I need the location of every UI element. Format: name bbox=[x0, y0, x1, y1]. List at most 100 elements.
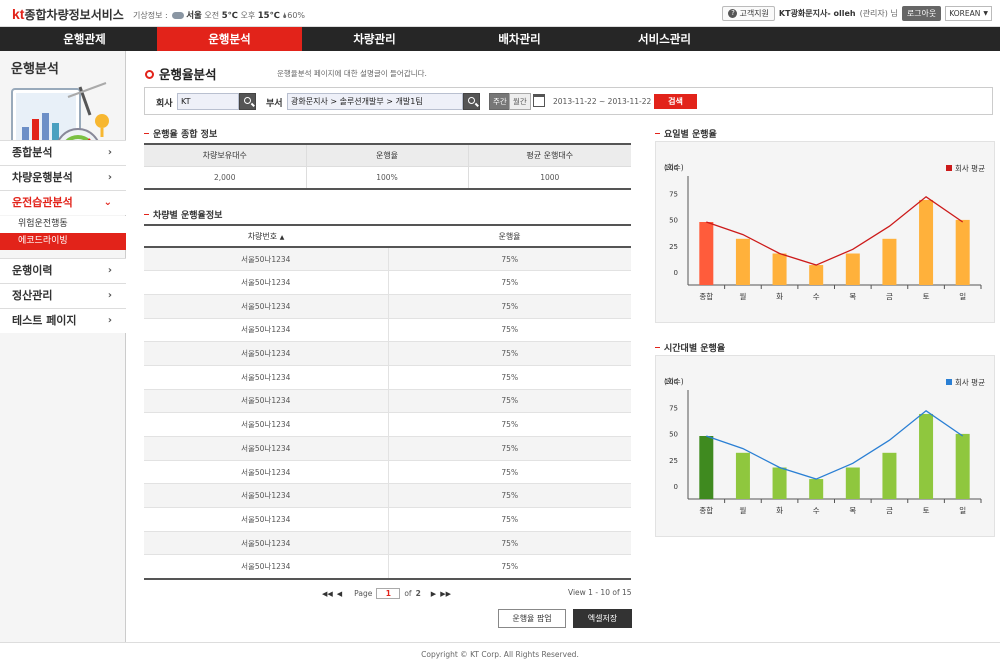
department-search-button[interactable] bbox=[463, 93, 480, 110]
sidebar-item-1[interactable]: 종합분석 › bbox=[0, 140, 126, 165]
bar[interactable] bbox=[809, 265, 824, 285]
vehicle-number-cell: 서울50나1234 bbox=[144, 293, 389, 319]
table-row[interactable]: 서울50나1234 75% bbox=[144, 246, 631, 271]
sidebar-subitem-2[interactable]: 에코드라이빙 bbox=[0, 233, 126, 250]
weekday-chart-heading: 요일별 운행율 bbox=[655, 127, 717, 140]
department-input[interactable]: 광화문지사 > 솔루션개발부 > 개발1팀 bbox=[287, 93, 463, 110]
x-tick-label: 목 bbox=[849, 292, 856, 301]
vehicle-number-header[interactable]: 차량번호 ▲ bbox=[144, 225, 388, 248]
bar[interactable] bbox=[919, 199, 934, 285]
last-page-icon[interactable]: ▶▶ bbox=[440, 590, 451, 598]
bar[interactable] bbox=[772, 467, 787, 500]
x-tick-label: 수 bbox=[813, 506, 820, 515]
customer-support-button[interactable]: ? 고객지원 bbox=[722, 6, 775, 21]
sidebar-item-3[interactable]: 운전습관분석 ⌄ bbox=[0, 190, 126, 215]
weather-pm-label: 오후 bbox=[240, 11, 256, 20]
x-tick-label: 종합 bbox=[699, 292, 713, 301]
x-tick-label: 목 bbox=[849, 506, 856, 515]
sidebar-item-2[interactable]: 차량운행분석 › bbox=[0, 165, 126, 190]
bar[interactable] bbox=[919, 413, 934, 499]
bar[interactable] bbox=[845, 467, 860, 500]
company-input[interactable]: KT bbox=[177, 93, 239, 110]
table-row[interactable]: 서울50나1234 75% bbox=[144, 388, 631, 413]
prev-page-icon[interactable]: ◀ bbox=[337, 590, 342, 598]
table-row[interactable]: 서울50나1234 75% bbox=[144, 412, 631, 437]
sidebar-item-label: 정산관리 bbox=[12, 289, 53, 302]
page-title: 운행율분석 bbox=[145, 64, 217, 83]
table-row[interactable]: 서울50나1234 75% bbox=[144, 270, 631, 295]
page-input[interactable]: 1 bbox=[376, 588, 401, 599]
support-label: 고객지원 bbox=[739, 9, 769, 18]
next-page-icon[interactable]: ▶ bbox=[431, 590, 436, 598]
nav-item-1[interactable]: 운행관제 bbox=[12, 27, 157, 51]
rate-header[interactable]: 운행율 bbox=[388, 225, 631, 248]
table-row[interactable]: 서울50나1234 75% bbox=[144, 436, 631, 461]
company-label: 회사 bbox=[156, 99, 173, 109]
bar[interactable] bbox=[809, 479, 824, 499]
search-button[interactable]: 검색 bbox=[654, 94, 697, 109]
bar[interactable] bbox=[882, 238, 897, 285]
x-tick-label: 월 bbox=[739, 291, 746, 301]
sidebar-subitem-1[interactable]: 위험운전행동 bbox=[0, 216, 126, 233]
sidebar-item-6[interactable]: 테스트 페이지 › bbox=[0, 308, 126, 333]
table-row[interactable]: 서울50나1234 75% bbox=[144, 364, 631, 390]
nav-item-3[interactable]: 차량관리 bbox=[302, 27, 447, 51]
language-select[interactable]: KOREAN ▼ bbox=[945, 6, 992, 21]
bar[interactable] bbox=[699, 222, 714, 285]
rate-cell: 75% bbox=[388, 293, 631, 319]
summary-header-cell: 평균 운행대수 bbox=[468, 144, 631, 166]
sidebar-item-5[interactable]: 정산관리 › bbox=[0, 283, 126, 308]
x-tick-label: 일 bbox=[959, 506, 966, 515]
x-tick-label: 금 bbox=[886, 292, 893, 301]
bar[interactable] bbox=[882, 452, 897, 499]
monthly-toggle[interactable]: 월간 bbox=[509, 93, 531, 110]
table-row[interactable]: 서울50나1234 75% bbox=[144, 293, 631, 319]
nav-item-4[interactable]: 배차관리 bbox=[447, 27, 592, 51]
x-tick-label: 화 bbox=[776, 506, 783, 515]
language-value: KOREAN bbox=[949, 9, 981, 18]
table-row[interactable]: 서울50나1234 75% bbox=[144, 459, 631, 484]
bar[interactable] bbox=[735, 238, 750, 285]
rate-cell: 75% bbox=[388, 554, 631, 579]
table-row[interactable]: 서울50나1234 75% bbox=[144, 483, 631, 508]
bar[interactable] bbox=[845, 253, 860, 286]
table-row[interactable]: 서울50나1234 75% bbox=[144, 554, 631, 579]
summary-value-cell: 2,000 bbox=[144, 165, 307, 189]
vehicle-number-cell: 서울50나1234 bbox=[144, 554, 389, 579]
bar[interactable] bbox=[955, 433, 970, 499]
table-row[interactable]: 서울50나1234 75% bbox=[144, 507, 631, 532]
vehicle-number-cell: 서울50나1234 bbox=[144, 317, 389, 342]
nav-item-5[interactable]: 서비스관리 bbox=[592, 27, 737, 51]
weekly-toggle[interactable]: 주간 bbox=[489, 93, 511, 110]
weather-info: 기상정보 : 서울 오전 5℃ 오후 15℃ 🌢60% bbox=[133, 9, 305, 21]
chevron-down-icon: ▼ bbox=[983, 10, 988, 17]
y-tick-label: 75 bbox=[669, 404, 678, 412]
company-search-button[interactable] bbox=[239, 93, 256, 110]
bar[interactable] bbox=[955, 219, 970, 285]
brand-logo[interactable]: kt종합차량정보서비스 bbox=[12, 6, 124, 23]
excel-save-button[interactable]: 엑셀저장 bbox=[573, 609, 632, 628]
sidebar-item-4[interactable]: 운행이력 › bbox=[0, 258, 126, 283]
bar[interactable] bbox=[772, 253, 787, 286]
table-row[interactable]: 서울50나1234 75% bbox=[144, 530, 631, 555]
rate-cell: 75% bbox=[388, 364, 631, 390]
table-row[interactable]: 서울50나1234 75% bbox=[144, 317, 631, 342]
sidebar-item-label: 운행이력 bbox=[12, 264, 53, 277]
date-range[interactable]: 2013-11-22 ~ 2013-11-22 bbox=[553, 97, 651, 106]
rate-popup-button[interactable]: 운행율 팝업 bbox=[498, 609, 566, 628]
rate-cell: 75% bbox=[388, 483, 631, 508]
pager: ◀◀ ◀ Page 1 of 2 ▶ ▶▶ bbox=[322, 588, 451, 599]
vehicle-number-cell: 서울50나1234 bbox=[144, 507, 389, 532]
vehicle-number-cell: 서울50나1234 bbox=[144, 530, 389, 555]
vehicle-number-cell: 서울50나1234 bbox=[144, 364, 389, 390]
bar[interactable] bbox=[735, 452, 750, 499]
bar[interactable] bbox=[699, 436, 714, 499]
calendar-icon[interactable] bbox=[533, 94, 545, 107]
rate-cell: 75% bbox=[388, 246, 631, 271]
table-row[interactable]: 서울50나1234 75% bbox=[144, 341, 631, 366]
first-page-icon[interactable]: ◀◀ bbox=[322, 590, 333, 598]
hourly-chart: (회수)1007550250종합 월 화 수 목 금 토 일회사 평균 bbox=[664, 377, 985, 515]
logout-button[interactable]: 로그아웃 bbox=[901, 6, 942, 21]
nav-item-2[interactable]: 운행분석 bbox=[157, 27, 302, 51]
question-icon: ? bbox=[728, 9, 738, 18]
